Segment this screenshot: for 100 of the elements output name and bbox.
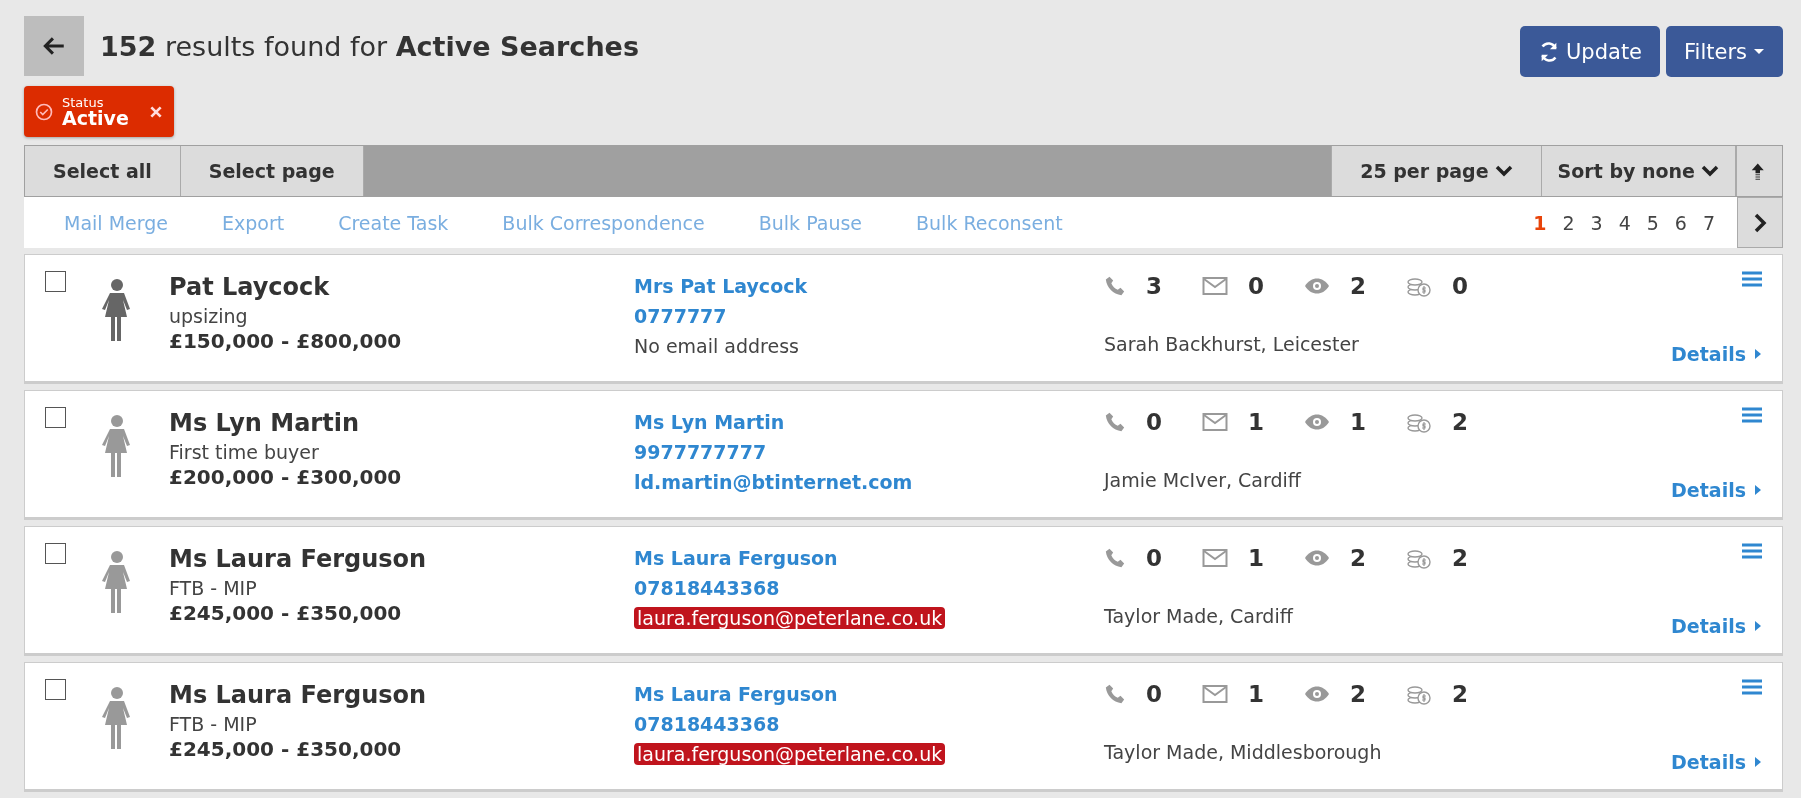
price-range: £150,000 - £800,000 — [169, 329, 403, 353]
details-link[interactable]: Details — [1671, 343, 1762, 365]
envelope-icon — [1202, 684, 1228, 704]
scroll-top-button[interactable] — [1736, 146, 1782, 196]
person-icon — [101, 551, 133, 615]
call-count: 0 — [1146, 409, 1162, 435]
bulk-action-link[interactable]: Export — [221, 211, 285, 234]
chip-value: Active — [62, 108, 130, 128]
caret-icon — [1754, 348, 1762, 360]
envelope-icon — [1202, 412, 1228, 432]
eye-icon — [1304, 549, 1331, 567]
caret-icon — [1754, 484, 1762, 496]
bulk-action-link[interactable]: Mail Merge — [64, 211, 168, 234]
page-link[interactable]: 6 — [1674, 211, 1687, 234]
price-range: £245,000 - £350,000 — [169, 737, 403, 761]
mail-count: 1 — [1248, 409, 1265, 435]
phone-icon — [1104, 547, 1126, 569]
menu-button[interactable] — [1742, 679, 1762, 695]
phone-link[interactable]: 9977777777 — [634, 437, 767, 467]
phone-link[interactable]: 07818443368 — [634, 709, 780, 739]
page-link[interactable]: 2 — [1562, 211, 1575, 234]
person-icon — [101, 687, 133, 751]
applicant-name: Ms Laura Ferguson — [169, 681, 428, 709]
eye-icon — [1304, 277, 1331, 295]
details-link[interactable]: Details — [1671, 751, 1762, 773]
applicant-name: Pat Laycock — [169, 273, 331, 301]
menu-icon — [1742, 407, 1762, 423]
caret-icon — [1753, 47, 1765, 56]
back-button[interactable] — [24, 16, 84, 76]
sort-dropdown[interactable]: Sort by none — [1541, 146, 1736, 196]
buyer-type: First time buyer — [169, 441, 320, 463]
contact-name-link[interactable]: Ms Lyn Martin — [634, 407, 785, 437]
menu-icon — [1742, 271, 1762, 287]
view-count: 1 — [1350, 409, 1367, 435]
phone-link[interactable]: 0777777 — [634, 301, 727, 331]
mail-count: 1 — [1248, 681, 1265, 707]
filters-button[interactable]: Filters — [1666, 26, 1783, 77]
details-link[interactable]: Details — [1671, 615, 1762, 637]
view-count: 2 — [1350, 273, 1367, 299]
caret-icon — [1754, 756, 1762, 768]
page-link[interactable]: 5 — [1646, 211, 1659, 234]
envelope-icon — [1202, 276, 1228, 296]
buyer-type: upsizing — [169, 305, 249, 327]
contact-name-link[interactable]: Ms Laura Ferguson — [634, 679, 838, 709]
row-checkbox[interactable] — [45, 543, 66, 564]
phone-icon — [1104, 275, 1126, 297]
bulk-action-link[interactable]: Create Task — [338, 211, 449, 234]
agent-location: Jamie McIver, Cardiff — [1104, 469, 1303, 491]
contact-name-link[interactable]: Ms Laura Ferguson — [634, 543, 838, 573]
row-checkbox[interactable] — [45, 271, 66, 292]
price-range: £200,000 - £300,000 — [169, 465, 403, 489]
offer-count: 2 — [1452, 681, 1469, 707]
phone-link[interactable]: 07818443368 — [634, 573, 780, 603]
call-count: 0 — [1146, 545, 1162, 571]
results-title: 152 results found for Active Searches — [100, 30, 639, 62]
chevron-down-icon — [1494, 164, 1513, 178]
details-link[interactable]: Details — [1671, 479, 1762, 501]
chip-label: Status — [62, 95, 105, 109]
row-checkbox[interactable] — [45, 679, 66, 700]
applicant-name: Ms Lyn Martin — [169, 409, 360, 437]
update-button[interactable]: Update — [1520, 26, 1661, 77]
flagged-email-link[interactable]: laura.ferguson@peterlane.co.uk — [634, 607, 946, 629]
agent-location: Taylor Made, Middlesborough — [1104, 741, 1383, 763]
price-range: £245,000 - £350,000 — [169, 601, 403, 625]
next-page-button[interactable] — [1737, 197, 1783, 248]
contact-name-link[interactable]: Mrs Pat Laycock — [634, 271, 808, 301]
email-link[interactable]: ld.martin@btinternet.com — [634, 467, 913, 497]
status-filter-chip[interactable]: Status Active — [24, 86, 174, 137]
select-all-button[interactable]: Select all — [25, 146, 181, 196]
person-icon — [101, 415, 133, 479]
chevron-right-icon — [1753, 212, 1767, 233]
menu-button[interactable] — [1742, 271, 1762, 287]
email-text: No email address — [634, 334, 799, 359]
offer-count: 0 — [1452, 273, 1469, 299]
view-count: 2 — [1350, 681, 1367, 707]
menu-icon — [1742, 543, 1762, 559]
page-link[interactable]: 3 — [1590, 211, 1603, 234]
flagged-email-link[interactable]: laura.ferguson@peterlane.co.uk — [634, 743, 946, 765]
per-page-dropdown[interactable]: 25 per page — [1331, 146, 1542, 196]
menu-icon — [1742, 679, 1762, 695]
menu-button[interactable] — [1742, 407, 1762, 423]
menu-button[interactable] — [1742, 543, 1762, 559]
page-link[interactable]: 7 — [1702, 211, 1715, 234]
buyer-type: FTB - MIP — [169, 713, 258, 735]
caret-icon — [1754, 620, 1762, 632]
agent-location: Sarah Backhurst, Leicester — [1104, 333, 1360, 355]
phone-icon — [1104, 411, 1126, 433]
bulk-action-link[interactable]: Bulk Pause — [758, 211, 863, 234]
page-link[interactable]: 4 — [1618, 211, 1631, 234]
row-checkbox[interactable] — [45, 407, 66, 428]
select-page-button[interactable]: Select page — [180, 146, 364, 196]
chevron-down-icon — [1701, 164, 1719, 178]
call-count: 0 — [1146, 681, 1162, 707]
person-icon — [101, 279, 133, 343]
mail-count: 1 — [1248, 545, 1265, 571]
applicant-name: Ms Laura Ferguson — [169, 545, 428, 573]
bulk-action-link[interactable]: Bulk Reconsent — [916, 211, 1063, 234]
bulk-action-link[interactable]: Bulk Correspondence — [502, 211, 705, 234]
page-link[interactable]: 1 — [1533, 211, 1547, 234]
offer-count: 2 — [1452, 409, 1469, 435]
